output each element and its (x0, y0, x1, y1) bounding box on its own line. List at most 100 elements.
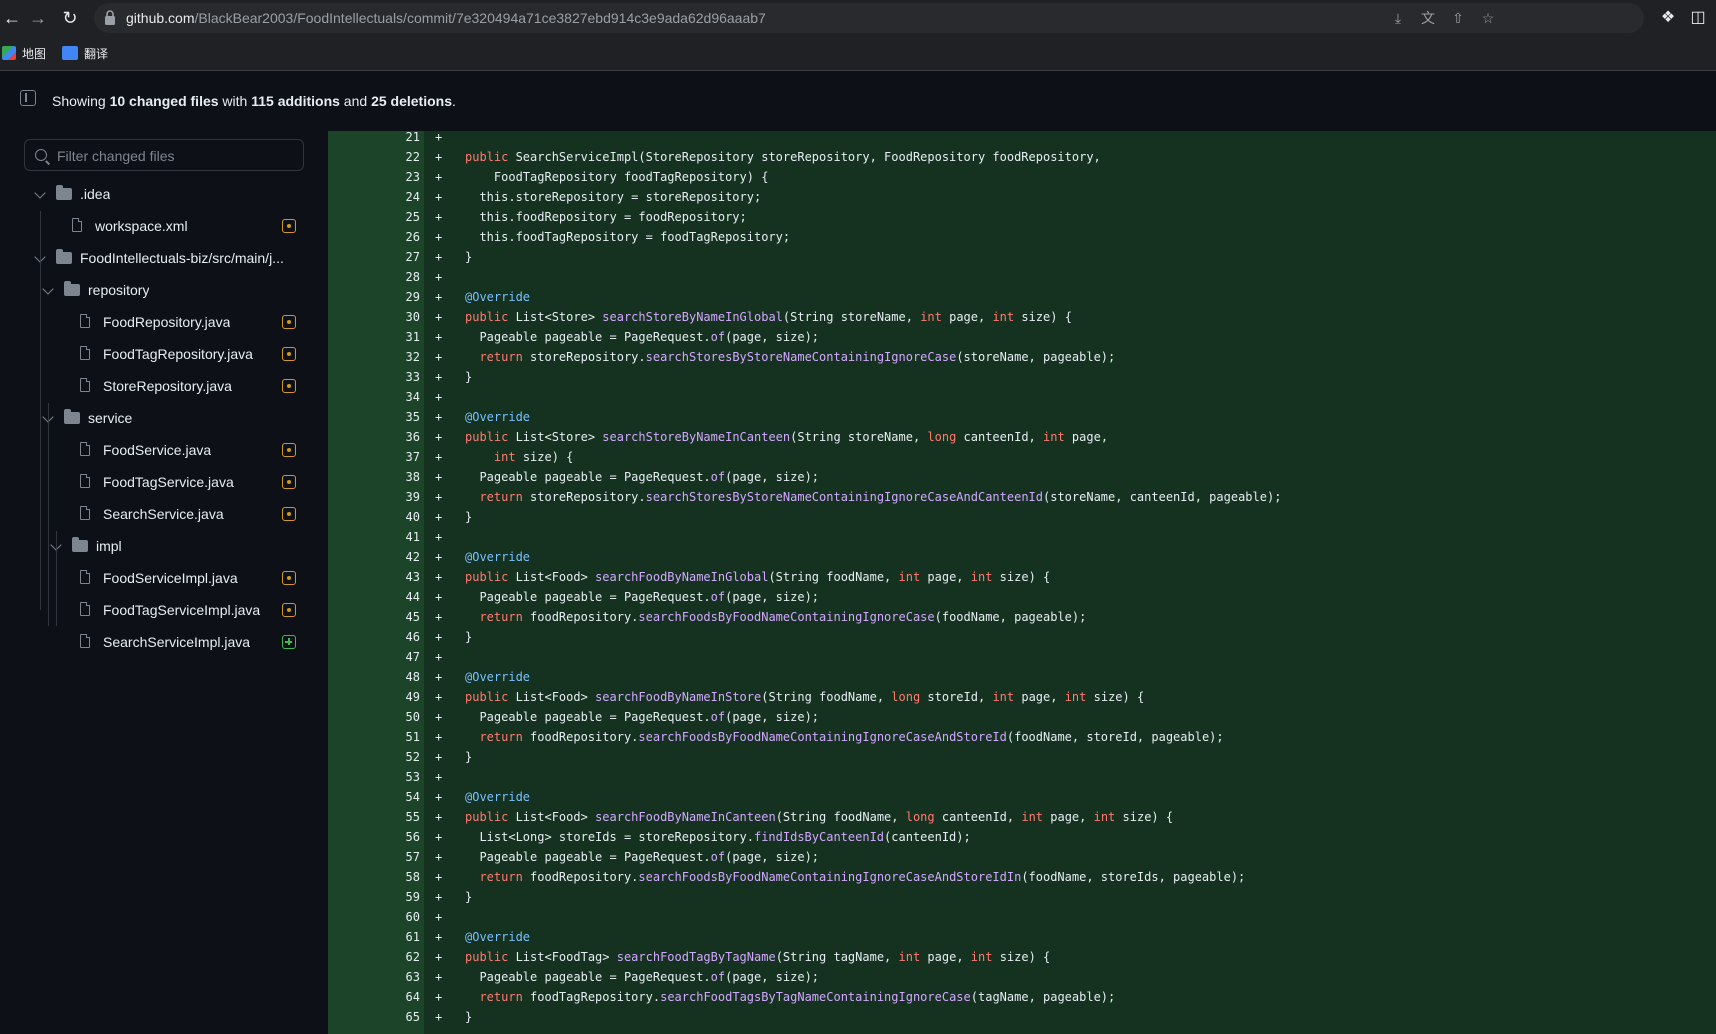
line-number[interactable]: 42 (380, 547, 420, 567)
line-number[interactable]: 60 (380, 907, 420, 927)
code-text: this.foodRepository = foodRepository; (465, 207, 746, 227)
tree-file[interactable]: SearchService.java (0, 499, 310, 531)
line-number[interactable]: 52 (380, 747, 420, 767)
line-number[interactable]: 23 (380, 167, 420, 187)
diff-line: 53 + (328, 767, 1716, 787)
code-token: searchFoodsByFoodNameContainingIgnoreCas… (638, 870, 1022, 884)
line-number[interactable]: 41 (380, 527, 420, 547)
file-modified-icon (282, 571, 296, 585)
line-number[interactable]: 36 (380, 427, 420, 447)
line-number[interactable]: 39 (380, 487, 420, 507)
line-number[interactable]: 47 (380, 647, 420, 667)
line-number[interactable]: 65 (380, 1007, 420, 1027)
line-number[interactable]: 34 (380, 387, 420, 407)
line-number[interactable]: 57 (380, 847, 420, 867)
share-icon[interactable]: ⇧ (1448, 8, 1468, 28)
code-token: List<Long> storeIds = storeRepository. (465, 830, 754, 844)
line-number[interactable]: 22 (380, 147, 420, 167)
addition-marker: + (435, 190, 443, 204)
code-token: (tagName, pageable); (970, 990, 1116, 1004)
tree-file[interactable]: workspace.xml (0, 211, 310, 243)
extensions-puzzle-icon[interactable]: ❖ (1658, 8, 1678, 28)
line-number[interactable]: 40 (380, 507, 420, 527)
line-number[interactable]: 44 (380, 587, 420, 607)
line-number[interactable]: 30 (380, 307, 420, 327)
line-number[interactable]: 35 (380, 407, 420, 427)
line-number[interactable]: 25 (380, 207, 420, 227)
line-number[interactable]: 26 (380, 227, 420, 247)
filter-changed-files-box[interactable] (24, 139, 304, 172)
tree-folder[interactable]: impl (0, 531, 310, 563)
filter-changed-files-input[interactable] (55, 140, 299, 172)
line-number[interactable]: 63 (380, 967, 420, 987)
tree-folder[interactable]: FoodIntellectuals-biz/src/main/j... (0, 243, 310, 275)
code-token: public (465, 430, 509, 444)
code-token: @Override (465, 550, 531, 564)
file-icon (80, 633, 91, 648)
tree-file[interactable]: FoodService.java (0, 435, 310, 467)
code-token: public (465, 690, 509, 704)
code-token: (page, size); (725, 970, 820, 984)
tree-file[interactable]: StoreRepository.java (0, 371, 310, 403)
bookmark-star-icon[interactable]: ☆ (1478, 8, 1498, 28)
bookmark-maps[interactable]: 地图 (2, 45, 46, 63)
code-token: } (465, 370, 473, 384)
install-app-icon[interactable]: ⤓ (1388, 8, 1408, 28)
back-arrow-icon[interactable]: ← (0, 6, 24, 30)
line-number[interactable]: 48 (380, 667, 420, 687)
line-number[interactable]: 45 (380, 607, 420, 627)
line-number[interactable]: 28 (380, 267, 420, 287)
tree-folder[interactable]: .idea (0, 179, 310, 211)
line-number[interactable]: 46 (380, 627, 420, 647)
bookmark-translate[interactable]: 翻译 (62, 45, 108, 63)
tree-folder[interactable]: repository (0, 275, 310, 307)
tree-file[interactable]: FoodTagService.java (0, 467, 310, 499)
reload-icon[interactable]: ↻ (58, 6, 82, 30)
line-number[interactable]: 38 (380, 467, 420, 487)
line-number[interactable]: 53 (380, 767, 420, 787)
line-number[interactable]: 54 (380, 787, 420, 807)
line-number[interactable]: 31 (380, 327, 420, 347)
tree-file[interactable]: FoodServiceImpl.java (0, 563, 310, 595)
line-number[interactable]: 55 (380, 807, 420, 827)
line-number[interactable]: 27 (380, 247, 420, 267)
lock-icon[interactable] (104, 9, 116, 27)
addition-marker: + (435, 350, 443, 364)
line-number[interactable]: 37 (380, 447, 420, 467)
code-token: return (479, 990, 523, 1004)
line-number[interactable]: 24 (380, 187, 420, 207)
line-number[interactable]: 56 (380, 827, 420, 847)
line-number[interactable]: 51 (380, 727, 420, 747)
code-token: return (479, 870, 523, 884)
line-number[interactable]: 59 (380, 887, 420, 907)
line-number[interactable]: 62 (380, 947, 420, 967)
line-number[interactable]: 61 (380, 927, 420, 947)
line-number[interactable]: 49 (380, 687, 420, 707)
line-number[interactable]: 58 (380, 867, 420, 887)
line-number[interactable]: 33 (380, 367, 420, 387)
line-number[interactable]: 29 (380, 287, 420, 307)
tree-file[interactable]: FoodTagServiceImpl.java (0, 595, 310, 627)
url-text[interactable]: github.com/BlackBear2003/FoodIntellectua… (126, 10, 766, 26)
side-panel-icon[interactable]: ◫ (1688, 8, 1708, 28)
tree-folder[interactable]: service (0, 403, 310, 435)
line-number[interactable]: 32 (380, 347, 420, 367)
code-token: canteenId, (934, 810, 1022, 824)
address-bar[interactable]: github.com/BlackBear2003/FoodIntellectua… (94, 3, 1644, 33)
code-token: (page, size); (725, 850, 820, 864)
line-number[interactable]: 50 (380, 707, 420, 727)
chevron-down-icon[interactable] (34, 187, 46, 199)
line-number[interactable]: 43 (380, 567, 420, 587)
sidebar-toggle-icon[interactable] (20, 90, 36, 106)
addition-marker: + (435, 870, 443, 884)
chevron-down-icon[interactable] (42, 283, 54, 295)
line-number[interactable]: 64 (380, 987, 420, 1007)
tree-file[interactable]: FoodTagRepository.java (0, 339, 310, 371)
diff-line: 26 + this.foodTagRepository = foodTagRepo… (328, 227, 1716, 247)
line-number[interactable]: 21 (380, 131, 420, 147)
tree-file[interactable]: SearchServiceImpl.java (0, 627, 310, 659)
forward-arrow-icon[interactable]: → (26, 6, 50, 30)
translate-page-icon[interactable]: 文 (1418, 8, 1438, 28)
tree-file[interactable]: FoodRepository.java (0, 307, 310, 339)
